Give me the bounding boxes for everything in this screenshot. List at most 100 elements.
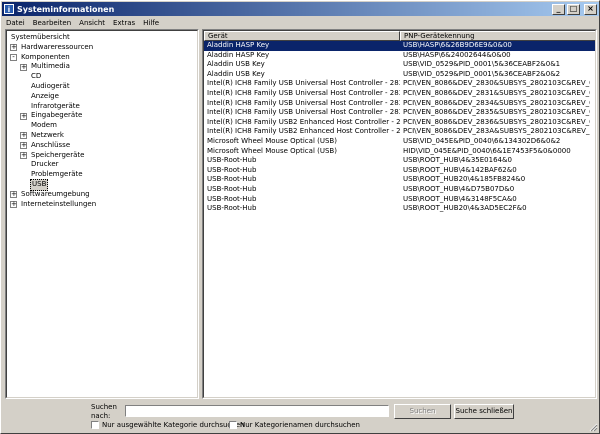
table-row[interactable]: Intel(R) ICH8 Family USB Universal Host … xyxy=(204,108,595,118)
table-row[interactable]: Aladdin HASP Key USB\HASP\6&26B9D6E9&0&00 xyxy=(204,41,595,51)
selected-category-label: Nur ausgewählte Kategorie durchsuchen xyxy=(102,421,245,429)
selected-category-checkbox[interactable] xyxy=(91,421,99,429)
pnp-id-cell: HID\VID_045E&PID_0040\6&1E7453F5&0&0000 xyxy=(403,146,571,155)
category-names-option[interactable]: Nur Kategorienamen durchsuchen xyxy=(229,421,360,429)
tree-item-label: Modem xyxy=(31,121,57,130)
tree-item-label: Speichergeräte xyxy=(31,150,85,159)
table-row[interactable]: USB-Root-Hub USB\ROOT_HUB\4&3148F5CA&0 xyxy=(204,194,595,205)
table-row[interactable]: Intel(R) ICH8 Family USB Universal Host … xyxy=(204,98,595,109)
pnp-id-cell: USB\ROOT_HUB\4&35E0164&0 xyxy=(403,156,512,165)
pnp-id-cell: USB\ROOT_HUB\4&142BAF62&0 xyxy=(403,165,517,174)
table-row[interactable]: Microsoft Wheel Mouse Optical (USB) USB\V… xyxy=(204,136,595,147)
tree-item[interactable]: Modem xyxy=(10,121,197,131)
tree-item-label: Systemübersicht xyxy=(11,33,70,41)
category-tree: Systemübersicht + Hardwareressourcen - Kompo… xyxy=(10,33,197,209)
device-name-cell: USB-Root-Hub xyxy=(207,184,257,193)
pnp-id-cell: PCI\VEN_8086&DEV_2836&SUBSYS_2802103C&RE… xyxy=(403,117,590,126)
table-row[interactable]: USB-Root-Hub USB\ROOT_HUB20\4&3AD5EC2F&0 xyxy=(204,204,595,214)
minimize-button[interactable]: _ xyxy=(552,3,565,15)
search-input[interactable] xyxy=(125,405,389,417)
category-names-checkbox[interactable] xyxy=(229,421,237,429)
tree-item[interactable]: Audiogerät xyxy=(10,82,197,92)
device-name-cell: USB-Root-Hub xyxy=(207,175,257,184)
svg-text:i: i xyxy=(8,6,10,14)
device-name-cell: Aladdin USB Key xyxy=(207,69,265,78)
tree-item[interactable]: + Eingabegeräte xyxy=(10,111,197,121)
expand-icon[interactable]: + xyxy=(20,132,27,140)
table-row[interactable]: Microsoft Wheel Mouse Optical (USB) HID\V… xyxy=(204,146,595,157)
tree-item[interactable]: CD xyxy=(10,72,197,82)
tree-item-label: Hardwareressourcen xyxy=(21,42,94,51)
tree-item[interactable]: + Multimedia xyxy=(10,62,197,72)
pnp-id-cell: USB\VID_0529&PID_0001\5&36CEABF2&0&2 xyxy=(403,69,561,78)
close-search-button[interactable]: Suche schließen xyxy=(454,404,514,419)
table-row[interactable]: Aladdin USB Key USB\VID_0529&PID_0001\5&3… xyxy=(204,69,595,80)
tree-item[interactable]: + Speichergeräte xyxy=(10,151,197,161)
table-row[interactable]: USB-Root-Hub USB\ROOT_HUB\4&142BAF62&0 xyxy=(204,165,595,176)
tree-item[interactable]: Anzeige xyxy=(10,92,197,102)
column-headers: Gerät PNP-Gerätekennung xyxy=(204,31,595,41)
table-row[interactable]: USB-Root-Hub USB\ROOT_HUB\4&D75B07D&0 xyxy=(204,184,595,195)
table-row[interactable]: USB-Root-Hub USB\ROOT_HUB\4&35E0164&0 xyxy=(204,156,595,166)
tree-item[interactable]: Drucker xyxy=(10,160,197,170)
tree-item[interactable]: + Hardwareressourcen xyxy=(10,43,197,53)
pnp-id-cell: PCI\VEN_8086&DEV_283A&SUBSYS_2802103C&RE… xyxy=(403,127,590,136)
search-panel: Suchen nach: Suchen Suche schließen Nur … xyxy=(1,400,599,433)
menu-datei[interactable]: Datei xyxy=(2,19,29,27)
device-name-cell: Intel(R) ICH8 Family USB Universal Host … xyxy=(207,88,400,97)
table-row[interactable]: Intel(R) ICH8 Family USB Universal Host … xyxy=(204,79,595,89)
pnp-id-cell: PCI\VEN_8086&DEV_2831&SUBSYS_2802103C&RE… xyxy=(403,88,590,97)
menu-ansicht[interactable]: Ansicht xyxy=(75,19,109,27)
search-button[interactable]: Suchen xyxy=(394,404,451,419)
search-label: Suchen nach: xyxy=(91,403,117,420)
expand-icon[interactable]: + xyxy=(10,191,17,199)
menu-bearbeiten[interactable]: Bearbeiten xyxy=(29,19,75,27)
device-name-cell: USB-Root-Hub xyxy=(207,156,257,165)
expand-icon[interactable]: + xyxy=(20,112,27,120)
tree-item[interactable]: + Netzwerk xyxy=(10,131,197,141)
table-row[interactable]: USB-Root-Hub USB\ROOT_HUB20\4&185FB824&0 xyxy=(204,175,595,185)
expand-icon[interactable]: + xyxy=(10,200,17,208)
tree-item[interactable]: Systemübersicht xyxy=(10,33,197,43)
maximize-button[interactable]: □ xyxy=(567,3,580,15)
column-header-pnp-id[interactable]: PNP-Gerätekennung xyxy=(400,31,595,41)
tree-item-label: Eingabegeräte xyxy=(31,111,83,120)
expand-icon[interactable]: + xyxy=(20,142,27,150)
tree-item[interactable]: + Interneteinstellungen xyxy=(10,200,197,210)
device-name-cell: Intel(R) ICH8 Family USB Universal Host … xyxy=(207,108,400,117)
device-name-cell: Aladdin USB Key xyxy=(207,60,265,69)
table-row[interactable]: Intel(R) ICH8 Family USB Universal Host … xyxy=(204,88,595,99)
column-header-device[interactable]: Gerät xyxy=(204,31,400,41)
expand-icon[interactable]: + xyxy=(20,63,27,71)
tree-item-label: Drucker xyxy=(31,160,59,169)
tree-item[interactable]: - Komponenten xyxy=(10,53,197,63)
close-button[interactable]: × xyxy=(584,3,597,15)
tree-item[interactable]: + Softwareumgebung xyxy=(10,190,197,200)
menu-extras[interactable]: Extras xyxy=(109,19,139,27)
device-name-cell: Intel(R) ICH8 Family USB Universal Host … xyxy=(207,79,400,88)
table-row[interactable]: Aladdin HASP Key USB\HASP\6&24002644&0&00 xyxy=(204,50,595,61)
menu-hilfe[interactable]: Hilfe xyxy=(139,19,163,27)
resize-grip-icon[interactable] xyxy=(588,422,598,432)
expand-icon[interactable]: + xyxy=(20,151,27,159)
title-bar[interactable]: i Systeminformationen _ □ × xyxy=(2,2,599,16)
collapse-icon[interactable]: - xyxy=(10,53,17,61)
device-name-cell: Microsoft Wheel Mouse Optical (USB) xyxy=(207,136,337,145)
details-list-pane: Gerät PNP-Gerätekennung Aladdin HASP Key… xyxy=(202,29,597,399)
device-name-cell: USB-Root-Hub xyxy=(207,194,257,203)
table-row[interactable]: Intel(R) ICH8 Family USB2 Enhanced Host … xyxy=(204,117,595,128)
tree-item[interactable]: + Anschlüsse xyxy=(10,141,197,151)
device-name-cell: Aladdin HASP Key xyxy=(207,50,270,59)
tree-item[interactable]: USB xyxy=(10,178,197,191)
table-row[interactable]: Aladdin USB Key USB\VID_0529&PID_0001\5&3… xyxy=(204,60,595,70)
expand-icon[interactable]: + xyxy=(10,44,17,52)
tree-item-label: Anschlüsse xyxy=(31,140,71,149)
pnp-id-cell: USB\ROOT_HUB\4&D75B07D&0 xyxy=(403,184,515,193)
device-name-cell: Intel(R) ICH8 Family USB Universal Host … xyxy=(207,98,400,107)
pnp-id-cell: PCI\VEN_8086&DEV_2834&SUBSYS_2802103C&RE… xyxy=(403,98,590,107)
menu-bar: Datei Bearbeiten Ansicht Extras Hilfe xyxy=(2,17,599,29)
selected-category-option[interactable]: Nur ausgewählte Kategorie durchsuchen xyxy=(91,421,244,429)
device-name-cell: USB-Root-Hub xyxy=(207,165,257,174)
table-row[interactable]: Intel(R) ICH8 Family USB2 Enhanced Host … xyxy=(204,127,595,137)
tree-item[interactable]: Infrarotgeräte xyxy=(10,102,197,112)
